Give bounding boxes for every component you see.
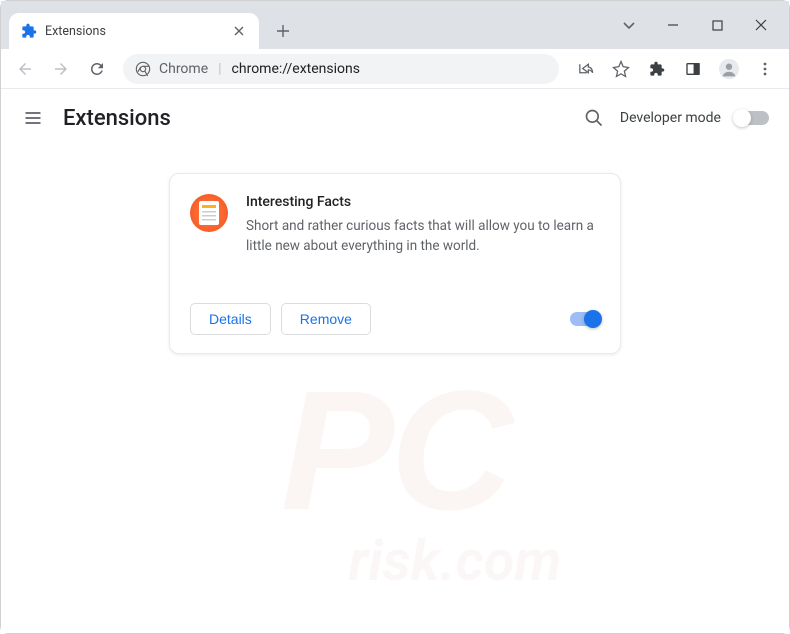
page-title: Extensions bbox=[63, 106, 171, 131]
side-panel-icon[interactable] bbox=[677, 53, 709, 85]
chevron-down-icon[interactable] bbox=[607, 5, 651, 45]
profile-avatar-icon[interactable] bbox=[713, 53, 745, 85]
window-controls bbox=[607, 1, 783, 49]
address-bar[interactable]: Chrome | chrome://extensions bbox=[123, 54, 559, 84]
tab-title: Extensions bbox=[45, 24, 223, 39]
forward-button[interactable] bbox=[45, 53, 77, 85]
puzzle-piece-icon bbox=[21, 23, 37, 39]
reload-button[interactable] bbox=[81, 53, 113, 85]
tab-close-button[interactable] bbox=[231, 23, 247, 39]
extension-name: Interesting Facts bbox=[246, 194, 600, 210]
browser-tab[interactable]: Extensions bbox=[9, 13, 259, 49]
kebab-menu-icon[interactable] bbox=[749, 53, 781, 85]
extension-description: Short and rather curious facts that will… bbox=[246, 216, 600, 257]
details-button[interactable]: Details bbox=[190, 303, 271, 335]
titlebar: Extensions bbox=[1, 1, 789, 49]
page-header: Extensions Developer mode bbox=[1, 89, 789, 147]
url-prefix: Chrome bbox=[159, 61, 208, 77]
extension-enable-toggle[interactable] bbox=[570, 312, 600, 326]
extensions-icon[interactable] bbox=[641, 53, 673, 85]
back-button[interactable] bbox=[9, 53, 41, 85]
maximize-button[interactable] bbox=[695, 5, 739, 45]
extension-app-icon bbox=[190, 194, 228, 232]
search-icon[interactable] bbox=[582, 106, 606, 130]
share-icon[interactable] bbox=[569, 53, 601, 85]
close-window-button[interactable] bbox=[739, 5, 783, 45]
developer-mode-label: Developer mode bbox=[620, 110, 721, 126]
new-tab-button[interactable] bbox=[269, 17, 297, 45]
hamburger-menu-icon[interactable] bbox=[21, 106, 45, 130]
developer-mode-toggle[interactable] bbox=[735, 111, 769, 125]
url-text: chrome://extensions bbox=[232, 61, 360, 77]
toolbar: Chrome | chrome://extensions bbox=[1, 49, 789, 89]
bookmark-star-icon[interactable] bbox=[605, 53, 637, 85]
minimize-button[interactable] bbox=[651, 5, 695, 45]
remove-button[interactable]: Remove bbox=[281, 303, 371, 335]
chrome-icon bbox=[135, 61, 151, 77]
extension-card: Interesting Facts Short and rather curio… bbox=[169, 173, 621, 354]
url-separator: | bbox=[218, 61, 221, 77]
page-content: PC risk.com Extensions Developer mode bbox=[1, 89, 789, 633]
